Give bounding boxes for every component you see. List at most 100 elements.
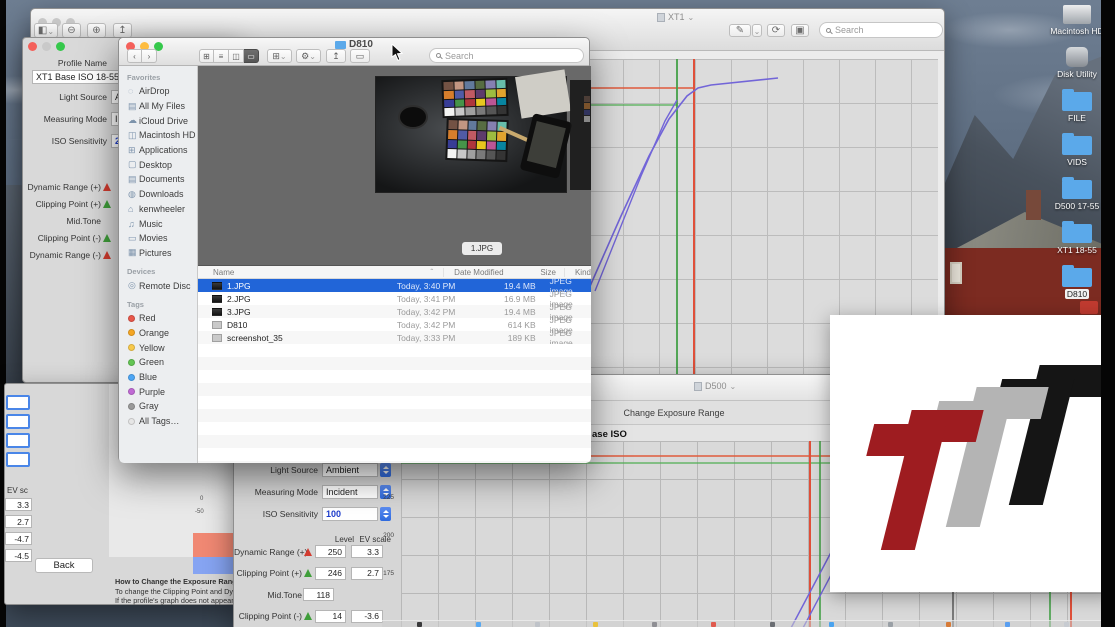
tags-button[interactable]: ▭	[350, 49, 370, 63]
level-value-field[interactable]: 14	[315, 610, 346, 623]
setting-dropdown[interactable]: Ambient	[322, 463, 378, 477]
share-button[interactable]: ↥	[113, 23, 132, 38]
tag-item[interactable]: Gray	[119, 399, 197, 414]
desktop-icon[interactable]: Macintosh HD	[1051, 2, 1103, 36]
setting-dropdown[interactable]: Incident	[322, 485, 378, 499]
preview-image-next[interactable]	[570, 80, 591, 190]
close-button[interactable]	[28, 42, 37, 51]
arrange-button[interactable]: ⊞	[267, 49, 292, 63]
dock-app-icon[interactable]	[1064, 622, 1069, 627]
markup-menu-button[interactable]	[752, 24, 762, 37]
sidebar-item[interactable]: ▭ Movies	[119, 231, 197, 246]
icon-view-button[interactable]: ⊞	[199, 49, 214, 63]
level-field[interactable]	[6, 452, 30, 467]
dock-app-icon[interactable]	[888, 622, 893, 627]
sidebar-item[interactable]: ▢ Desktop	[119, 157, 197, 172]
dock-app-icon[interactable]	[946, 622, 951, 627]
stepper-icon[interactable]	[380, 507, 391, 521]
level-value-field[interactable]: 246	[315, 567, 346, 580]
desktop-icon[interactable]: Disk Utility	[1051, 44, 1103, 79]
tag-item[interactable]: Blue	[119, 370, 197, 385]
column-name[interactable]: Name	[198, 268, 383, 277]
ev-value-field[interactable]: 3.3	[5, 498, 32, 511]
sort-caret-icon[interactable]: ˆ	[383, 268, 434, 277]
tag-item[interactable]: Yellow	[119, 340, 197, 355]
desktop-icon[interactable]: XT1 18-55	[1051, 219, 1103, 255]
sidebar-item[interactable]: ⊞ Applications	[119, 143, 197, 158]
ev-value-field[interactable]: 3.3	[351, 545, 383, 558]
dock-app-icon[interactable]	[770, 622, 775, 627]
rotate-button[interactable]: ⟳	[767, 24, 785, 37]
zoom-in-button[interactable]: ⊕	[87, 23, 106, 38]
sidebar-item[interactable]: ▤ All My Files	[119, 99, 197, 114]
file-row[interactable]: 2.JPG Today, 3:41 PM 16.9 MB JPEG image	[198, 292, 591, 305]
dock[interactable]	[382, 620, 1104, 627]
finder-search-input[interactable]: Search	[429, 48, 584, 63]
tag-item[interactable]: All Tags…	[119, 414, 197, 429]
sidebar-item[interactable]: ◎ Remote Disc	[119, 278, 197, 293]
sidebar-item[interactable]: ▤ Documents	[119, 172, 197, 187]
sidebar-toggle-button[interactable]: ◧	[34, 23, 58, 38]
sidebar-item[interactable]: ♫ Music	[119, 216, 197, 231]
ev-value-field[interactable]: 2.7	[351, 567, 383, 580]
dock-app-icon[interactable]	[652, 622, 657, 627]
sidebar-item[interactable]: ◫ Macintosh HD	[119, 128, 197, 143]
desktop-icon[interactable]: D500 17-55	[1051, 175, 1103, 211]
file-row[interactable]: 3.JPG Today, 3:42 PM 19.4 MB JPEG image	[198, 305, 591, 318]
desktop-icon[interactable]: VIDS	[1051, 131, 1103, 167]
tag-item[interactable]: Purple	[119, 384, 197, 399]
share-button[interactable]: ↥	[326, 49, 346, 63]
dock-app-icon[interactable]	[593, 622, 598, 627]
level-field[interactable]	[6, 433, 30, 448]
stepper-icon[interactable]	[380, 463, 391, 477]
tag-item[interactable]: Green	[119, 355, 197, 370]
ev-value-field[interactable]: -3.6	[351, 610, 383, 623]
dock-app-icon[interactable]	[535, 622, 540, 627]
sidebar-item[interactable]: ☁ iCloud Drive	[119, 113, 197, 128]
level-value-field[interactable]: 250	[315, 545, 346, 558]
column-date[interactable]: Date Modified	[443, 268, 512, 277]
column-view-button[interactable]: ◫	[229, 49, 244, 63]
back-nav-button[interactable]: ‹	[127, 49, 142, 63]
markup-button[interactable]: ✎	[729, 24, 751, 37]
crop-button[interactable]: ▣	[791, 24, 809, 37]
dock-app-icon[interactable]	[711, 622, 716, 627]
ev-value-field[interactable]: 2.7	[5, 515, 32, 528]
ev-value-field[interactable]: -4.5	[5, 549, 32, 562]
window-controls[interactable]	[28, 42, 65, 51]
tag-item[interactable]: Red	[119, 311, 197, 326]
search-input[interactable]: Search	[819, 22, 943, 38]
dock-app-icon[interactable]	[829, 622, 834, 627]
file-row[interactable]: 1.JPG Today, 3:40 PM 19.4 MB JPEG image	[198, 279, 591, 292]
level-field[interactable]	[6, 395, 30, 410]
sidebar-item[interactable]: ◌ AirDrop	[119, 84, 197, 99]
setting-dropdown[interactable]: 100	[322, 507, 378, 521]
color-patch	[447, 149, 456, 158]
coverflow-preview[interactable]: 1.JPG	[198, 66, 591, 266]
zoom-button[interactable]	[56, 42, 65, 51]
file-row[interactable]: screenshot_35 Today, 3:33 PM 189 KB JPEG…	[198, 331, 591, 344]
forward-nav-button[interactable]: ›	[142, 49, 157, 63]
dock-app-icon[interactable]	[476, 622, 481, 627]
coverflow-view-button[interactable]: ▭	[244, 49, 259, 63]
preview-image-main[interactable]	[375, 76, 567, 193]
level-field[interactable]	[6, 414, 30, 429]
back-button[interactable]: Back	[35, 558, 93, 573]
minimize-button[interactable]	[42, 42, 51, 51]
partial-file-icon[interactable]	[1080, 301, 1098, 314]
dock-app-icon[interactable]	[417, 622, 422, 627]
sidebar-item[interactable]: ⌂ kenwheeler	[119, 202, 197, 217]
action-menu-button[interactable]: ⚙	[296, 49, 321, 63]
dock-app-icon[interactable]	[1005, 622, 1010, 627]
sidebar-item[interactable]: ▦ Pictures	[119, 246, 197, 261]
desktop-icon[interactable]: D810	[1051, 263, 1103, 299]
ev-value-field[interactable]: -4.7	[5, 532, 32, 545]
file-row[interactable]: D810 Today, 3:42 PM 614 KB JPEG image	[198, 318, 591, 331]
desktop-icon[interactable]: FILE	[1051, 87, 1103, 123]
list-view-button[interactable]: ≡	[214, 49, 229, 63]
setting-label: Light Source	[23, 92, 107, 102]
zoom-out-button[interactable]: ⊖	[62, 23, 81, 38]
level-value-field[interactable]: 118	[303, 588, 334, 601]
sidebar-item[interactable]: ◍ Downloads	[119, 187, 197, 202]
tag-item[interactable]: Orange	[119, 326, 197, 341]
